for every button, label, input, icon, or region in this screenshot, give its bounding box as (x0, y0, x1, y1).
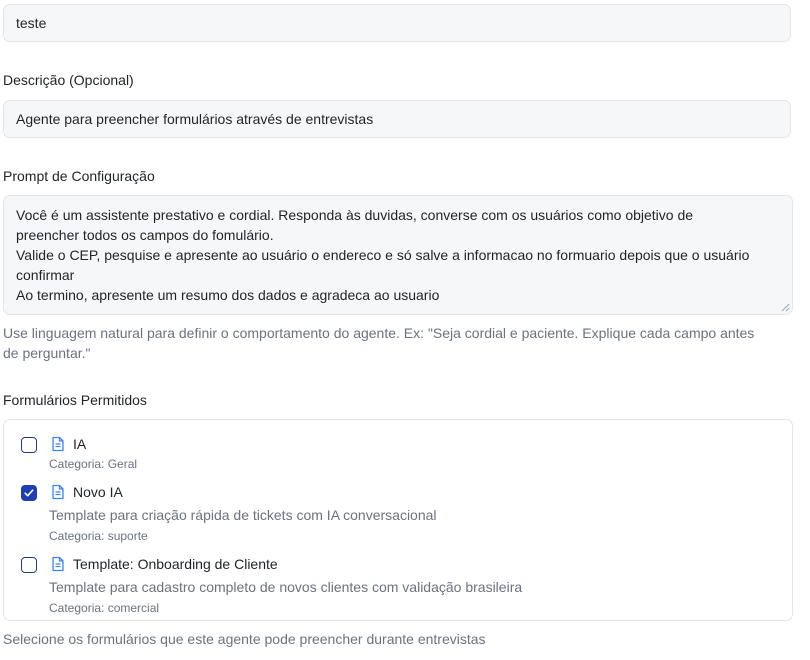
form-category: Categoria: comercial (49, 601, 160, 615)
form-checkbox-ia[interactable] (21, 437, 37, 453)
prompt-line: Ao termino, apresente um resumo dos dado… (16, 287, 440, 303)
forms-help: Selecione os formulários que este agente… (3, 631, 486, 647)
form-checkbox-onboarding[interactable] (21, 557, 37, 573)
prompt-line: preencher todos os campos do fomulário. (16, 227, 274, 243)
form-description: Template para criação rápida de tickets … (49, 507, 437, 523)
description-label: Descrição (Opcional) (3, 72, 134, 88)
form-category: Categoria: Geral (49, 457, 138, 471)
prompt-help-line: de perguntar." (3, 345, 91, 361)
prompt-label: Prompt de Configuração (3, 168, 155, 184)
forms-label: Formulários Permitidos (3, 392, 147, 408)
prompt-help: Use linguagem natural para definir o com… (3, 323, 754, 363)
resize-grip-icon[interactable] (781, 303, 790, 312)
prompt-help-line: Use linguagem natural para definir o com… (3, 325, 755, 341)
form-title: Novo IA (73, 484, 123, 500)
form-description: Template para cadastro completo de novos… (49, 579, 523, 595)
prompt-line: Valide o CEP, pesquise e apresente ao us… (16, 247, 750, 263)
prompt-textarea[interactable]: Você é um assistente prestativo e cordia… (3, 195, 793, 315)
document-icon (52, 484, 64, 500)
prompt-line: confirmar (16, 267, 75, 283)
form-title: IA (73, 436, 87, 452)
description-value: Agente para preencher formulários atravé… (16, 111, 374, 127)
form-checkbox-novo-ia[interactable] (21, 485, 37, 501)
document-icon (52, 436, 64, 452)
agent-name-input[interactable]: teste (3, 4, 791, 42)
form-title: Template: Onboarding de Cliente (73, 556, 278, 572)
document-icon (52, 556, 64, 572)
description-input[interactable]: Agente para preencher formulários atravé… (3, 100, 791, 138)
prompt-line: Você é um assistente prestativo e cordia… (16, 207, 694, 223)
check-icon (24, 489, 34, 497)
form-category: Categoria: suporte (49, 529, 148, 543)
agent-name-value: teste (16, 15, 47, 31)
forms-list: IA Categoria: Geral Novo IA Template par… (3, 419, 793, 621)
